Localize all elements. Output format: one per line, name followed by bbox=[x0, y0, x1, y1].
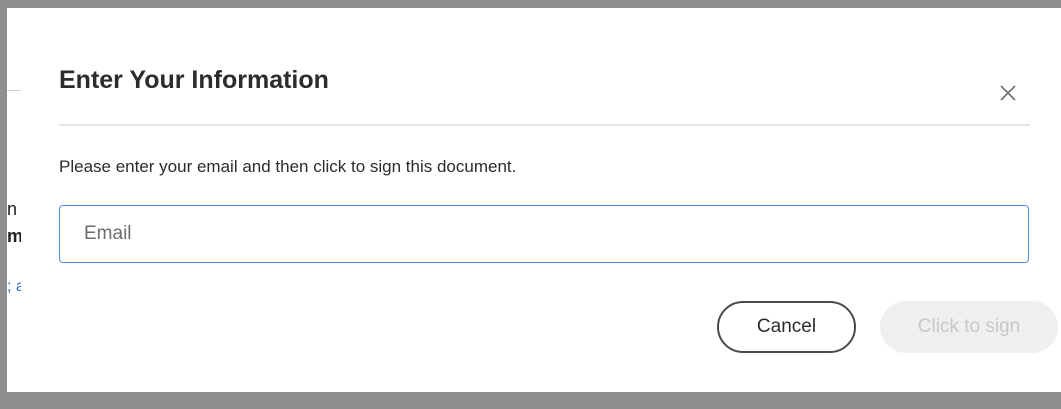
sign-info-dialog: Enter Your Information Please enter your… bbox=[21, 8, 1061, 392]
dialog-title: Enter Your Information bbox=[59, 66, 329, 94]
title-divider bbox=[59, 124, 1030, 126]
email-input[interactable] bbox=[59, 205, 1029, 263]
underlying-page-divider bbox=[7, 90, 21, 91]
close-icon bbox=[1000, 85, 1016, 101]
underlying-text-fragment: ; a bbox=[7, 278, 21, 295]
dialog-instructions: Please enter your email and then click t… bbox=[59, 157, 517, 176]
underlying-text-fragment: n I bbox=[7, 199, 21, 219]
close-button[interactable] bbox=[996, 81, 1020, 105]
cancel-button[interactable]: Cancel bbox=[717, 301, 856, 353]
underlying-text-fragment: m bbox=[7, 226, 21, 246]
click-to-sign-button[interactable]: Click to sign bbox=[880, 301, 1058, 353]
